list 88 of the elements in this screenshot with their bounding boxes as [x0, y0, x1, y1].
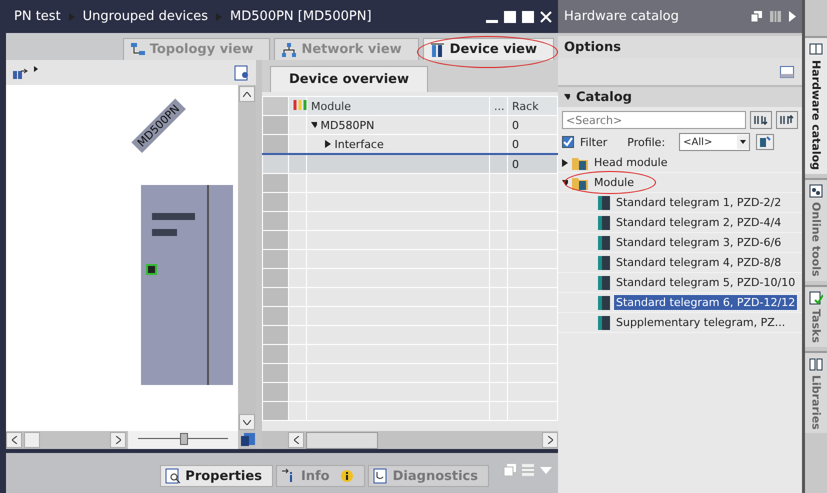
- window-icon[interactable]: [780, 66, 794, 78]
- chevron-icon: [116, 436, 120, 444]
- chevron-icon: [294, 436, 298, 444]
- minimize-button[interactable]: [486, 20, 498, 22]
- arrow-icon: [68, 12, 75, 20]
- scroll-down-button[interactable]: [239, 414, 255, 430]
- folder-icon: [572, 156, 588, 170]
- profile-dropdown[interactable]: <All>: [679, 133, 750, 151]
- sort-up-icon: [780, 115, 794, 125]
- scroll-left-button[interactable]: [6, 432, 22, 448]
- module-icon: [598, 276, 610, 290]
- tree-item[interactable]: Standard telegram 5, PZD-10/10: [558, 273, 802, 293]
- book-icon: [809, 356, 823, 371]
- filter-label: Filter: [580, 136, 608, 148]
- search-up-button[interactable]: [776, 111, 798, 129]
- float-icon[interactable]: [751, 11, 762, 22]
- module-icon: [598, 316, 610, 330]
- column-header[interactable]: Module: [306, 96, 490, 116]
- profile-label: Profile:: [627, 136, 666, 148]
- tree-item[interactable]: Standard telegram 4, PZD-8/8: [558, 253, 802, 273]
- tree-item[interactable]: Standard telegram 1, PZD-2/2: [558, 193, 802, 213]
- info-icon: [340, 469, 354, 483]
- dropdown-icon: [737, 135, 750, 149]
- module-icon: [598, 216, 610, 230]
- scroll-thumb[interactable]: [306, 432, 378, 448]
- close-icon[interactable]: [540, 10, 552, 22]
- side-tab[interactable]: Libraries: [805, 350, 827, 434]
- chevron-icon: [548, 436, 552, 444]
- options-header[interactable]: Options: [564, 40, 621, 54]
- arrow-icon: [562, 158, 568, 166]
- arrow-icon: [325, 140, 331, 148]
- arrow-icon: [562, 178, 568, 186]
- module-icon: [598, 256, 610, 270]
- breadcrumb-item[interactable]: PN test: [14, 9, 61, 24]
- arrow-icon[interactable]: [34, 66, 38, 72]
- search-down-button[interactable]: [750, 111, 772, 129]
- catalog-header[interactable]: Catalog: [558, 85, 802, 107]
- scroll-up-button[interactable]: [239, 86, 255, 102]
- filter-checkbox[interactable]: [562, 136, 574, 148]
- column-header[interactable]: ...: [490, 96, 508, 116]
- topology-icon: [130, 42, 146, 58]
- breadcrumb-item[interactable]: Ungrouped devices: [82, 9, 208, 24]
- maximize-button[interactable]: [522, 10, 534, 22]
- chevron-icon: [12, 436, 16, 444]
- module-icon: [598, 196, 610, 210]
- module-icon: [598, 296, 610, 310]
- overview-icon[interactable]: [234, 64, 250, 80]
- split-icon[interactable]: [770, 11, 781, 22]
- view-tab[interactable]: Device view: [422, 38, 554, 60]
- tree-item[interactable]: Supplementary telegram, PZ...: [558, 313, 802, 333]
- rack-cell: 0: [508, 154, 558, 174]
- tree-item[interactable]: Head module: [558, 153, 802, 173]
- checklist-icon: [809, 290, 823, 305]
- search-field[interactable]: <Search>: [562, 111, 746, 129]
- device-icon: [430, 42, 446, 58]
- side-tab[interactable]: Hardware catalog: [805, 36, 827, 174]
- tree-item[interactable]: Standard telegram 2, PZD-4/4: [558, 213, 802, 233]
- device-overview-tab[interactable]: Device overview: [270, 66, 428, 92]
- scroll-left-button[interactable]: [288, 432, 304, 448]
- panel-tab[interactable]: Properties: [160, 465, 273, 487]
- column-header[interactable]: Rack: [508, 96, 558, 116]
- properties-icon: [165, 468, 182, 484]
- module-cell: MD580PN: [306, 116, 490, 134]
- scroll-right-button[interactable]: [110, 432, 126, 448]
- module-icon: [598, 236, 610, 250]
- arrow-icon: [216, 12, 222, 20]
- diagnostics-icon: [372, 468, 389, 484]
- folder-icon: [572, 176, 588, 190]
- network-icon: [281, 42, 298, 58]
- scroll-thumb[interactable]: [24, 432, 40, 448]
- restore-button[interactable]: [504, 10, 516, 22]
- side-tab[interactable]: Online tools: [805, 178, 827, 281]
- panel-title: Hardware catalog: [564, 9, 679, 24]
- tree-item[interactable]: Module: [558, 173, 802, 193]
- chevron-icon: [243, 92, 251, 96]
- arrow-icon: [311, 120, 317, 128]
- breadcrumb-item[interactable]: MD500PN [MD500PN]: [230, 9, 372, 24]
- window-icon[interactable]: [240, 432, 256, 448]
- zoom-slider[interactable]: [128, 431, 238, 449]
- sort-down-icon: [754, 115, 768, 125]
- side-tab[interactable]: Tasks: [805, 284, 827, 347]
- scroll-right-button[interactable]: [542, 432, 558, 448]
- book-icon: [809, 42, 823, 56]
- chevron-icon: [243, 420, 251, 424]
- arrow-icon: [564, 93, 570, 101]
- tree-item[interactable]: Standard telegram 3, PZD-6/6: [558, 233, 802, 253]
- network-icon[interactable]: [12, 66, 28, 80]
- device-module[interactable]: [141, 185, 233, 385]
